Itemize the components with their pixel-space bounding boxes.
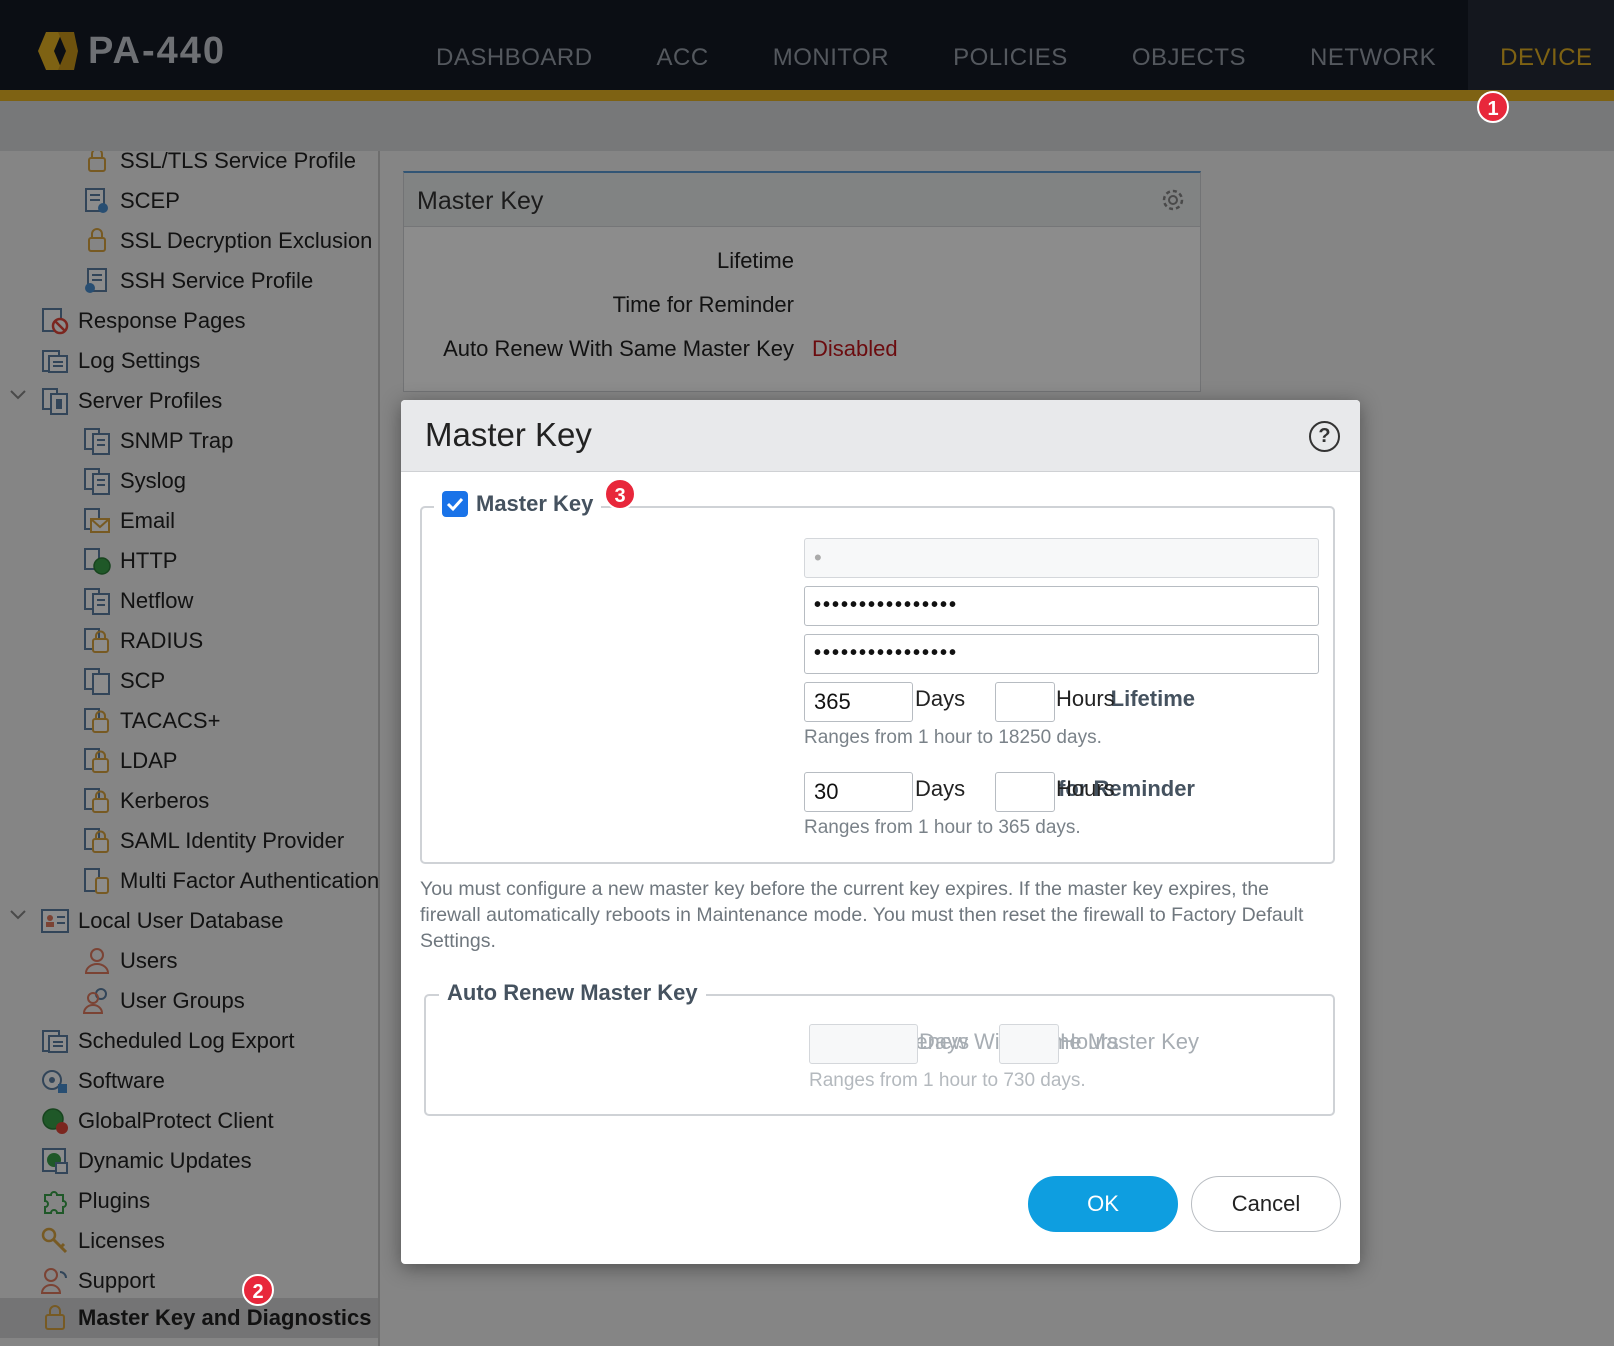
cancel-button[interactable]: Cancel xyxy=(1191,1176,1341,1232)
master-key-checkbox[interactable] xyxy=(442,491,468,517)
lifetime-days-input[interactable]: 365 xyxy=(804,682,913,722)
confirm-master-key-input[interactable]: •••••••••••••••• xyxy=(804,634,1319,674)
expiry-warning-note: You must configure a new master key befo… xyxy=(420,878,1304,952)
step-badge-3: 3 xyxy=(604,478,636,510)
master-key-dialog: Master Key ? Master Key 3 Current Master… xyxy=(401,400,1360,1264)
new-master-key-input[interactable]: •••••••••••••••• xyxy=(804,586,1319,626)
step-badge-1: 1 xyxy=(1477,91,1509,123)
reminder-days-unit: Days xyxy=(915,776,966,801)
reminder-hours-input[interactable] xyxy=(995,772,1055,812)
master-key-legend: Master Key xyxy=(434,491,602,517)
lifetime-hint: Ranges from 1 hour to 18250 days. xyxy=(804,727,1102,748)
lifetime-hours-input[interactable] xyxy=(995,682,1055,722)
current-master-key-input[interactable]: • xyxy=(804,538,1319,578)
checkmark-icon xyxy=(446,497,464,512)
master-key-legend-label: Master Key xyxy=(476,491,594,516)
dialog-header: Master Key ? xyxy=(401,400,1360,472)
auto-renew-days-unit: Days xyxy=(919,1029,970,1054)
help-icon[interactable]: ? xyxy=(1309,421,1340,452)
auto-renew-hours-input[interactable] xyxy=(999,1024,1059,1064)
auto-renew-days-input[interactable] xyxy=(809,1024,918,1064)
ok-button[interactable]: OK xyxy=(1028,1176,1178,1232)
auto-renew-hint: Ranges from 1 hour to 730 days. xyxy=(809,1070,1086,1091)
reminder-days-input[interactable]: 30 xyxy=(804,772,913,812)
auto-renew-hours-unit: Hours xyxy=(1060,1029,1119,1054)
lifetime-days-unit: Days xyxy=(915,686,966,711)
reminder-hint: Ranges from 1 hour to 365 days. xyxy=(804,817,1081,838)
auto-renew-legend: Auto Renew Master Key xyxy=(439,980,706,1006)
reminder-hours-unit: Hours xyxy=(1056,776,1115,801)
step-badge-2: 2 xyxy=(242,1274,274,1306)
lifetime-hours-unit: Hours xyxy=(1056,686,1115,711)
dialog-title: Master Key xyxy=(425,416,592,453)
